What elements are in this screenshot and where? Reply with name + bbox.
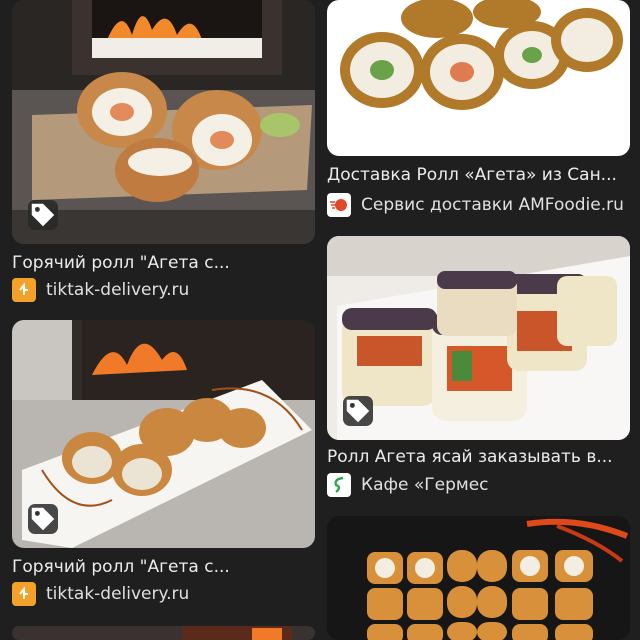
result-image-partial[interactable] bbox=[12, 626, 315, 640]
tiktak-favicon bbox=[12, 582, 36, 606]
result-card[interactable]: Горячий ролл "Агета с... bbox=[12, 0, 315, 290]
result-card[interactable]: Доставка Ролл «Агета» из Сан... bbox=[327, 0, 630, 190]
germes-favicon bbox=[327, 473, 351, 497]
tag-icon[interactable] bbox=[343, 396, 373, 426]
source-label: Сервис доставки AMFoodie.ru bbox=[361, 195, 624, 215]
source-label: tiktak-delivery.ru bbox=[46, 584, 190, 604]
result-title[interactable]: Доставка Ролл «Агета» из Сан... bbox=[327, 164, 630, 186]
result-title[interactable]: Ролл Агета ясай заказывать в... bbox=[327, 446, 630, 468]
result-source[interactable]: tiktak-delivery.ru bbox=[12, 582, 315, 606]
result-image-rolls-white[interactable] bbox=[327, 0, 630, 156]
result-image-fried-rolls-fireplace[interactable] bbox=[12, 0, 315, 244]
amfoodie-favicon bbox=[327, 193, 351, 217]
result-image-rolls-plate-sauce[interactable] bbox=[12, 320, 315, 548]
tag-icon[interactable] bbox=[28, 200, 58, 230]
result-source[interactable]: Кафе «Гермес bbox=[327, 473, 630, 497]
source-label: Кафе «Гермес bbox=[361, 475, 489, 495]
source-label: tiktak-delivery.ru bbox=[46, 280, 190, 300]
result-card[interactable]: Горячий ролл "Агета с... bbox=[12, 320, 315, 580]
result-card[interactable]: Ролл Агета ясай заказывать в... bbox=[327, 236, 630, 476]
result-image-eggplant-rolls[interactable] bbox=[327, 236, 630, 440]
result-title[interactable]: Горячий ролл "Агета с... bbox=[12, 556, 315, 578]
tiktak-favicon bbox=[12, 278, 36, 302]
result-title[interactable]: Горячий ролл "Агета с... bbox=[12, 252, 315, 274]
result-source[interactable]: Сервис доставки AMFoodie.ru bbox=[327, 193, 630, 217]
tag-icon[interactable] bbox=[28, 504, 58, 534]
result-image-rolls-black-board[interactable] bbox=[327, 516, 630, 640]
result-source[interactable]: tiktak-delivery.ru bbox=[12, 278, 315, 302]
